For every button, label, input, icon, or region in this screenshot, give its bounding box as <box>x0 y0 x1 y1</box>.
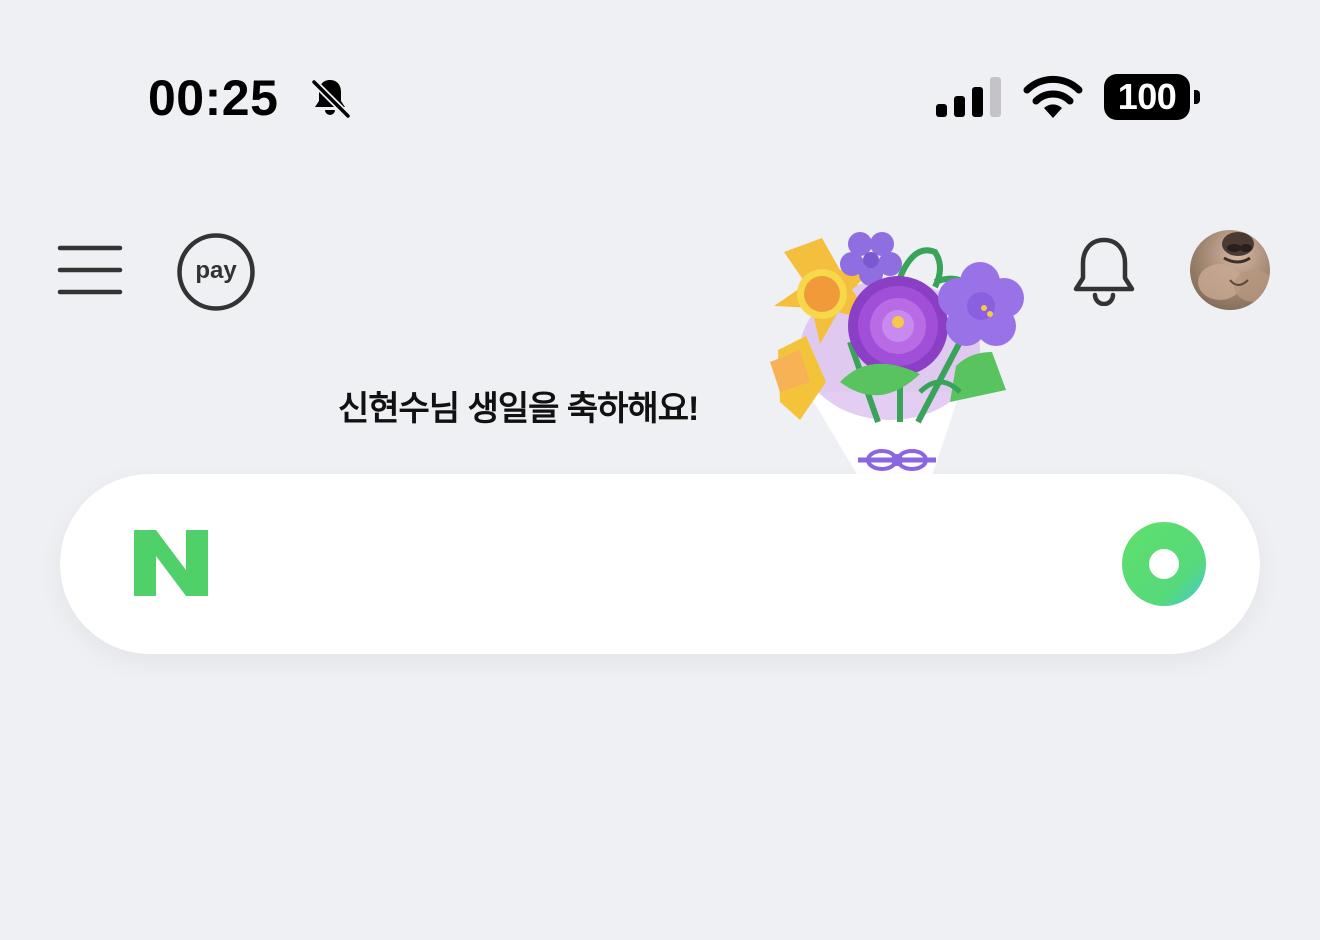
search-input[interactable] <box>240 524 1084 606</box>
hamburger-menu-icon[interactable] <box>56 238 124 302</box>
wifi-icon <box>1023 75 1083 118</box>
search-bar <box>60 474 1260 654</box>
battery-level: 100 <box>1117 76 1177 117</box>
pay-button[interactable]: pay <box>176 232 256 312</box>
battery-indicator: 100 <box>1104 74 1200 120</box>
naver-logo-icon[interactable] <box>134 530 210 598</box>
naver-home-screen: 00:25 100 pay 신현수님 생일을 축하해요! <box>0 0 1320 940</box>
battery-body: 100 <box>1104 74 1190 120</box>
bell-icon[interactable] <box>1070 234 1138 306</box>
status-time: 00:25 <box>148 70 279 126</box>
bell-slash-icon <box>310 78 352 120</box>
flower-bouquet-icon[interactable] <box>760 232 1050 482</box>
profile-avatar[interactable] <box>1190 230 1270 310</box>
birthday-message: 신현수님 생일을 축하해요! <box>338 390 699 428</box>
pay-label: pay <box>195 257 237 284</box>
cellular-signal-icon <box>936 77 1001 117</box>
avatar-photo <box>1198 232 1270 302</box>
violet-flower <box>938 262 1024 346</box>
green-dot-icon[interactable] <box>1122 522 1206 606</box>
dahlia-flower <box>848 276 948 376</box>
battery-tip <box>1194 90 1200 104</box>
